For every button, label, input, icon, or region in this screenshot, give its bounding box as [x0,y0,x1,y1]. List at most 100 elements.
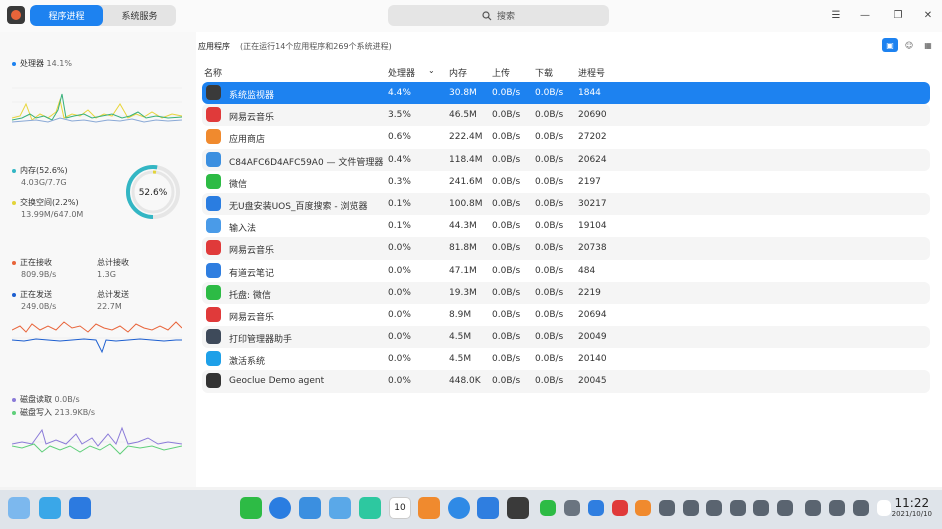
process-download: 0.0B/s [535,221,564,232]
process-pid: 19104 [578,221,607,232]
process-cpu: 3.5% [388,110,411,121]
process-row[interactable]: 系统监视器 4.4% 30.8M 0.0B/s 0.0B/s 1844 [202,82,930,105]
process-name: 无U盘安装UOS_百度搜索 - 浏览器 [229,201,368,212]
process-download: 0.0B/s [535,132,564,143]
process-memory: 19.3M [449,287,477,298]
dock-wechat-icon[interactable] [240,497,262,519]
tray-power-icon[interactable] [853,500,869,516]
search-input[interactable]: 搜索 [388,5,609,26]
col-name[interactable]: 名称 [204,66,222,79]
user-view-button[interactable]: ☺ [901,38,917,52]
dock-youdao-note-icon[interactable] [477,497,499,519]
launcher-icon[interactable] [8,497,30,519]
tab-services[interactable]: 系统服务 [103,5,176,26]
process-cpu: 0.0% [388,309,411,320]
memory-ring-label: 52.6% [139,188,168,198]
tray-volume-icon[interactable] [659,500,675,516]
app-view-icon: ▣ [886,40,894,50]
system-monitor-app-icon [7,6,25,24]
process-row[interactable]: 网易云音乐 0.0% 8.9M 0.0B/s 0.0B/s 20694 [202,304,930,326]
process-upload: 0.0B/s [492,198,521,209]
app-view-button[interactable]: ▣ [882,38,898,52]
minimize-icon[interactable]: — [858,8,872,22]
process-memory: 448.0K [449,376,481,387]
clock-time: 11:22 [894,496,930,510]
process-row[interactable]: 打印管理器助手 0.0% 4.5M 0.0B/s 0.0B/s 20049 [202,326,930,349]
tab-processes[interactable]: 程序进程 [30,5,103,26]
process-memory: 81.8M [449,243,477,254]
titlebar: 程序进程 系统服务 搜索 ☰ — ❐ ✕ [0,0,942,32]
send-total-value: 22.7M [97,302,122,311]
dock-calendar-icon[interactable]: 10 [389,497,411,519]
multitask-view-icon[interactable] [39,497,61,519]
tray-notification-icon[interactable] [829,500,845,516]
process-row[interactable]: C84AFC6D4AFC59A0 — 文件管理器 0.4% 118.4M 0.0B/s… [202,148,930,171]
close-icon[interactable]: ✕ [921,8,935,22]
table-header: 名称 处理器 ⌄ 内存 上传 下载 进程号 [196,60,942,82]
process-row[interactable]: 托盘: 微信 0.0% 19.3M 0.0B/s 0.0B/s 2219 [202,281,930,304]
dock-browser-icon[interactable] [269,497,291,519]
menu-icon[interactable]: ☰ [829,8,843,22]
process-name: 应用商店 [229,135,266,146]
tray-trash-icon[interactable] [877,500,891,516]
process-cpu: 0.1% [388,221,411,232]
dock-image-viewer-icon[interactable] [329,497,351,519]
process-download: 0.0B/s [535,354,564,365]
sort-chevron-down-icon[interactable]: ⌄ [428,66,435,75]
tray-wechat-icon[interactable] [540,500,556,516]
process-memory: 47.1M [449,265,477,276]
dock-system-monitor-icon[interactable] [507,497,529,519]
tray-display-icon[interactable] [730,500,746,516]
col-cpu[interactable]: 处理器 [388,66,415,79]
process-row[interactable]: 微信 0.3% 241.6M 0.0B/s 0.0B/s 2197 [202,171,930,193]
tray-network-icon[interactable] [683,500,699,516]
process-cpu: 0.0% [388,354,411,365]
process-upload: 0.0B/s [492,287,521,298]
process-row[interactable]: 有道云笔记 0.0% 47.1M 0.0B/s 0.0B/s 484 [202,260,930,282]
tray-screenshot-icon[interactable] [805,500,821,516]
dock-music-icon[interactable] [359,497,381,519]
process-panel-header: 应用程序 (正在运行14个应用程序和269个系统进程) ▣ ☺ ▦ [196,32,942,58]
dock-app-store-icon[interactable] [418,497,440,519]
process-cpu: 0.0% [388,265,411,276]
tray-expand-icon[interactable] [777,500,793,516]
input-method-icon [206,218,221,234]
process-row[interactable]: 应用商店 0.6% 222.4M 0.0B/s 0.0B/s 27202 [202,126,930,148]
tray-note-icon[interactable] [588,500,604,516]
tray-netease-music-icon[interactable] [612,500,628,516]
tray-phone-icon[interactable] [753,500,769,516]
printer-icon [206,329,221,345]
youdao-note-icon [206,262,221,278]
process-memory: 8.9M [449,309,472,320]
process-row[interactable]: 网易云音乐 3.5% 46.5M 0.0B/s 0.0B/s 20690 [202,104,930,127]
process-row[interactable]: Geoclue Demo agent 0.0% 448.0K 0.0B/s 0.0B/s… [202,370,930,393]
process-pid: 20140 [578,354,607,365]
dock-settings-icon[interactable] [448,497,470,519]
process-name: 有道云笔记 [229,268,275,279]
tray-keyboard-icon[interactable] [564,500,580,516]
tray-app-icon[interactable] [635,500,651,516]
col-download[interactable]: 下载 [535,66,553,79]
tray-battery-icon[interactable] [706,500,722,516]
process-row[interactable]: 网易云音乐 0.0% 81.8M 0.0B/s 0.0B/s 20738 [202,237,930,260]
process-row[interactable]: 无U盘安装UOS_百度搜索 - 浏览器 0.1% 100.8M 0.0B/s 0.0B/… [202,192,930,216]
process-cpu: 0.0% [388,332,411,343]
all-process-view-button[interactable]: ▦ [920,38,936,52]
process-cpu: 0.0% [388,287,411,298]
recv-total-value: 1.3G [97,270,116,279]
app-store-icon [206,129,221,145]
process-download: 0.0B/s [535,332,564,343]
col-upload[interactable]: 上传 [492,66,510,79]
process-upload: 0.0B/s [492,332,521,343]
dock-file-manager-icon[interactable] [299,497,321,519]
desktop-icon[interactable] [69,497,91,519]
dock-clock[interactable]: 11:22 2021/10/10 [892,496,932,518]
maximize-icon[interactable]: ❐ [891,8,905,22]
send-label: 正在发送 [12,289,52,300]
process-upload: 0.0B/s [492,88,521,98]
process-panel: 应用程序 (正在运行14个应用程序和269个系统进程) ▣ ☺ ▦ 名称 处理器… [196,32,942,487]
col-memory[interactable]: 内存 [449,66,467,79]
col-pid[interactable]: 进程号 [578,66,605,79]
process-row[interactable]: 激活系统 0.0% 4.5M 0.0B/s 0.0B/s 20140 [202,348,930,370]
process-row[interactable]: 输入法 0.1% 44.3M 0.0B/s 0.0B/s 19104 [202,215,930,237]
